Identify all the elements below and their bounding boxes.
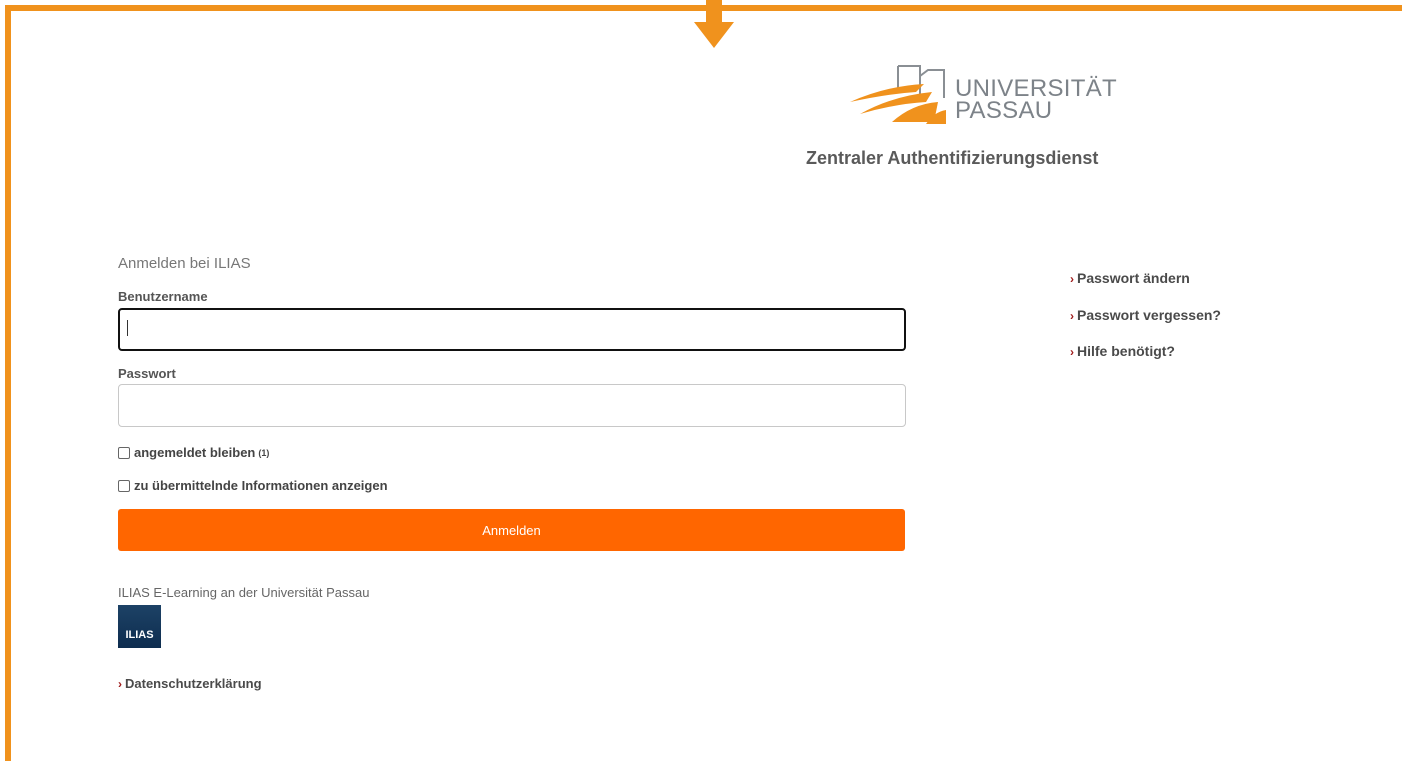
privacy-link[interactable]: › Datenschutzerklärung — [118, 676, 262, 691]
logo-line-2: PASSAU — [955, 97, 1053, 124]
chevron-right-icon: › — [118, 677, 122, 691]
remember-me-label[interactable]: angemeldet bleiben — [134, 445, 255, 460]
remember-me-checkbox[interactable] — [118, 446, 130, 459]
frame-left-border — [5, 5, 11, 761]
username-label: Benutzername — [118, 289, 208, 304]
forgot-password-label[interactable]: Passwort vergessen? — [1077, 307, 1221, 323]
remember-me-footnote: (1) — [258, 447, 270, 458]
help-link[interactable]: › Hilfe benötigt? — [1070, 343, 1175, 359]
show-info-label[interactable]: zu übermittelnde Informationen anzeigen — [134, 478, 388, 493]
service-title: Zentraler Authentifizierungsdienst — [806, 148, 1099, 168]
ilias-logo: ILIAS — [118, 605, 161, 648]
highlight-frame — [0, 0, 1402, 761]
service-description: ILIAS E-Learning an der Universität Pass… — [118, 585, 370, 600]
text-cursor — [127, 320, 128, 336]
university-logo-text: UNIVERSITÄT PASSAU — [955, 77, 1117, 124]
login-heading: Anmelden bei ILIAS — [118, 255, 251, 272]
forgot-password-link[interactable]: › Passwort vergessen? — [1070, 307, 1221, 323]
chevron-right-icon: › — [1070, 345, 1074, 359]
help-link-label[interactable]: Hilfe benötigt? — [1077, 343, 1175, 359]
remember-me-row[interactable]: angemeldet bleiben (1) — [118, 445, 269, 460]
show-info-row[interactable]: zu übermittelnde Informationen anzeigen — [118, 478, 388, 493]
show-info-checkbox[interactable] — [118, 479, 130, 492]
change-password-link[interactable]: › Passwort ändern — [1070, 270, 1190, 286]
password-label: Passwort — [118, 366, 176, 381]
password-input[interactable] — [118, 384, 906, 427]
chevron-right-icon: › — [1070, 309, 1074, 323]
privacy-link-label[interactable]: Datenschutzerklärung — [125, 676, 262, 691]
change-password-label[interactable]: Passwort ändern — [1077, 270, 1190, 286]
chevron-right-icon: › — [1070, 272, 1074, 286]
username-input[interactable] — [118, 308, 906, 351]
login-button[interactable]: Anmelden — [118, 509, 905, 551]
arrow-down-icon — [694, 0, 734, 48]
